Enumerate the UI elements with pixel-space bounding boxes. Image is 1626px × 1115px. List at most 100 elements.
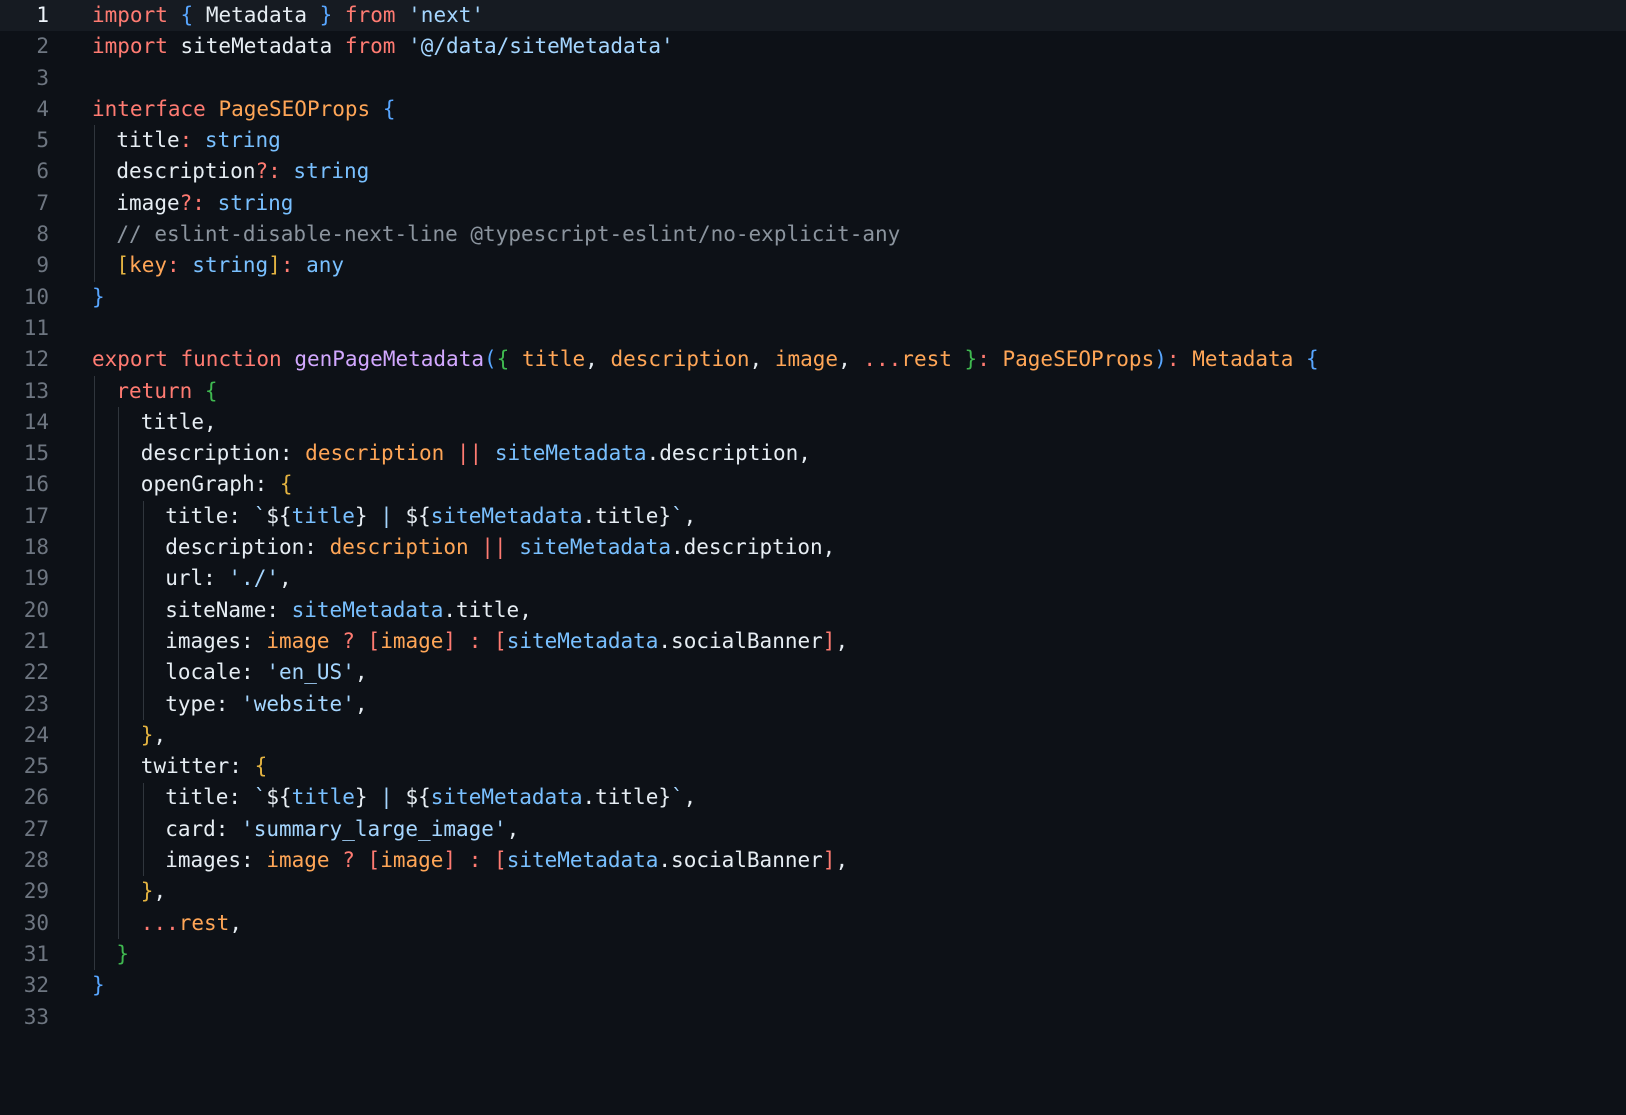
code-token: ` [253, 785, 267, 810]
line-number: 7 [36, 190, 49, 215]
code-token: [ [494, 848, 507, 873]
code-line[interactable]: 20 siteName: siteMetadata.title, [0, 595, 1626, 626]
code-line[interactable]: 32} [0, 970, 1626, 1001]
line-number: 4 [36, 96, 49, 121]
code-token: : [468, 628, 482, 653]
code-line[interactable]: 2 import siteMetadata from '@/data/siteMe… [0, 31, 1626, 62]
code-token: , [153, 879, 167, 904]
code-token: .description, [670, 535, 836, 560]
code-token: string [192, 253, 269, 278]
code-line[interactable]: 28 images: image ? [image] : [siteMetadat… [0, 845, 1626, 876]
code-line[interactable]: 16 openGraph: { [0, 469, 1626, 500]
code-token: description [116, 159, 256, 184]
editor-lines: 1 import { Metadata } from 'next' 2 import … [0, 0, 1626, 1033]
code-token: siteMetadata [430, 785, 583, 810]
code-token: from [344, 3, 396, 27]
code-line[interactable]: 26 title: `${title} | ${siteMetadata.titl… [0, 782, 1626, 813]
code-token: : [280, 253, 294, 278]
indent-guide [118, 406, 120, 939]
code-line[interactable]: 27 card: 'summary_large_image', [0, 814, 1626, 845]
line-number: 13 [23, 378, 49, 403]
code-token: 'next' [408, 3, 485, 27]
line-code: description?: string [116, 156, 369, 187]
code-line[interactable]: 4 interface PageSEOProps { [0, 94, 1626, 125]
code-token: from [344, 34, 396, 59]
code-editor[interactable]: 1 import { Metadata } from 'next' 2 import … [0, 0, 1626, 1115]
code-token: { [204, 378, 218, 403]
code-line[interactable]: 19 url: './', [0, 563, 1626, 594]
code-token: , [683, 503, 697, 528]
code-line[interactable]: 7 image?: string [0, 188, 1626, 219]
line-number: 30 [23, 910, 49, 935]
code-token: , [354, 660, 368, 685]
code-token: return [116, 378, 193, 403]
code-line[interactable]: 31} [0, 939, 1626, 970]
code-line[interactable]: 9 [key: string]: any [0, 250, 1626, 281]
line-code: [key: string]: any [116, 250, 344, 281]
code-line[interactable]: 18 description: description || siteMetada… [0, 532, 1626, 563]
line-number: 1 [36, 3, 49, 27]
line-code: description: description || siteMetadata… [165, 532, 835, 563]
code-token: { [1306, 347, 1319, 372]
code-token: '@/data/siteMetadata' [408, 34, 674, 59]
code-token: } [354, 503, 368, 528]
code-token: } [92, 284, 105, 309]
code-token: , [835, 628, 849, 653]
code-token: rest [178, 910, 230, 935]
code-line[interactable]: 3 [0, 63, 1626, 94]
code-line[interactable]: 25 twitter: { [0, 751, 1626, 782]
code-token: ... [863, 347, 902, 372]
code-line[interactable]: 13 return { [0, 376, 1626, 407]
code-token: description [329, 535, 469, 560]
code-line[interactable]: 1 import { Metadata } from 'next' [0, 0, 1626, 32]
code-line[interactable]: 21 images: image ? [image] : [siteMetadat… [0, 626, 1626, 657]
code-line[interactable]: 6 description?: string [0, 156, 1626, 187]
code-line[interactable]: 30 ...rest, [0, 908, 1626, 939]
code-token: ] [268, 253, 281, 278]
code-line[interactable]: 23 type: 'website', [0, 689, 1626, 720]
line-code: } [116, 939, 129, 970]
code-token: 'en_US' [266, 660, 355, 685]
code-token: .title, [443, 597, 532, 622]
code-token: Metadata [1192, 347, 1294, 372]
code-line[interactable]: 5 title: string [0, 125, 1626, 156]
line-number: 25 [23, 754, 49, 779]
line-code: // eslint-disable-next-line @typescript-… [116, 219, 900, 250]
line-number: 2 [36, 34, 49, 59]
code-line[interactable]: 24}, [0, 720, 1626, 751]
code-line[interactable]: 29}, [0, 876, 1626, 907]
code-line[interactable]: 22 locale: 'en_US', [0, 657, 1626, 688]
line-code: }, [141, 876, 166, 907]
code-line[interactable]: 11 [0, 313, 1626, 344]
code-token: .description, [646, 441, 811, 466]
code-token: , [749, 347, 775, 372]
code-line[interactable]: 12 export function genPageMetadata({ titl… [0, 344, 1626, 375]
code-token: ${ [266, 785, 292, 810]
code-token: siteMetadata [494, 441, 647, 466]
code-line[interactable]: 15 description: description || siteMetada… [0, 438, 1626, 469]
code-line[interactable]: 33 [0, 1002, 1626, 1033]
code-line[interactable]: 17 title: `${title} | ${siteMetadata.titl… [0, 501, 1626, 532]
code-token: title [291, 503, 355, 528]
code-token: [ [494, 628, 507, 653]
indent-guide [142, 500, 144, 720]
code-token: function [180, 347, 282, 372]
code-line[interactable]: 14 title, [0, 407, 1626, 438]
code-token: : [468, 848, 482, 873]
code-token: title: [165, 503, 254, 528]
code-line[interactable]: 10} [0, 282, 1626, 313]
code-token: images: [165, 848, 267, 873]
line-number: 20 [23, 597, 49, 622]
code-line[interactable]: 8 // eslint-disable-next-line @typescript… [0, 219, 1626, 250]
code-token: image [266, 628, 330, 653]
